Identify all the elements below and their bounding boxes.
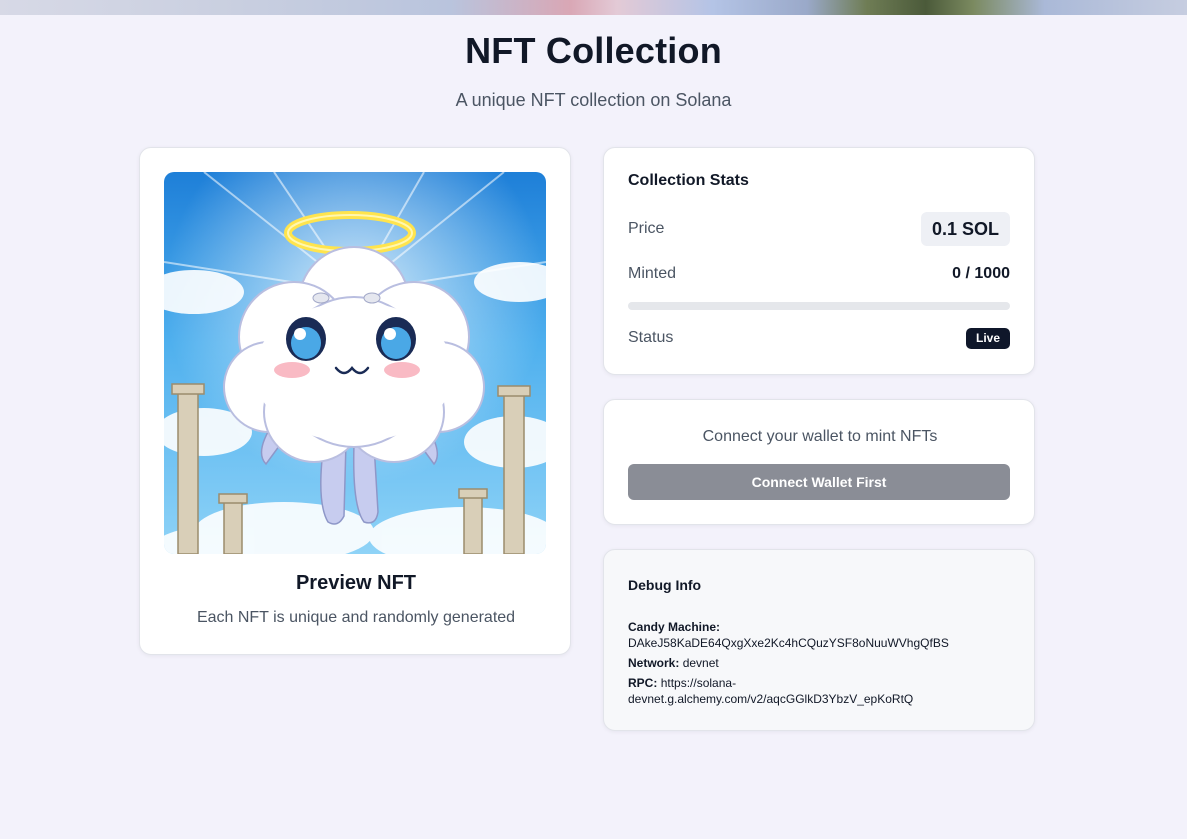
- wallet-card: Connect your wallet to mint NFTs Connect…: [603, 399, 1035, 525]
- debug-candy-machine: Candy Machine: DAkeJ58KaDE64QxgXxe2Kc4hC…: [628, 619, 998, 651]
- price-label: Price: [628, 220, 665, 237]
- rpc-label: RPC:: [628, 676, 658, 690]
- network-value: devnet: [682, 656, 719, 670]
- minted-label: Minted: [628, 265, 677, 282]
- connect-wallet-button[interactable]: Connect Wallet First: [628, 464, 1010, 500]
- debug-title: Debug Info: [628, 577, 702, 593]
- collection-stats-card: Collection Stats Price 0.1 SOL Minted 0 …: [603, 147, 1035, 375]
- page-subtitle: A unique NFT collection on Solana: [455, 90, 732, 110]
- minted-value: 0 / 1000: [952, 265, 1010, 282]
- mint-progress-bar: [628, 302, 1010, 310]
- rpc-value-line1: https://solana-: [660, 676, 737, 690]
- candy-machine-value: DAkeJ58KaDE64QxgXxe2Kc4hCQuzYSF8oNuuWVhg…: [628, 636, 949, 650]
- nft-preview-image: [164, 172, 546, 554]
- preview-description: Each NFT is unique and randomly generate…: [196, 609, 516, 626]
- top-banner: [0, 0, 1187, 15]
- wallet-message: Connect your wallet to mint NFTs: [702, 428, 938, 445]
- stats-title: Collection Stats: [628, 172, 749, 189]
- page-title: NFT Collection: [465, 30, 722, 71]
- rpc-value-line2: devnet.g.alchemy.com/v2/aqcGGlkD3YbzV_ep…: [628, 692, 914, 706]
- network-label: Network:: [628, 656, 680, 670]
- debug-info-card: Debug Info Candy Machine: DAkeJ58KaDE64Q…: [603, 549, 1035, 731]
- status-label: Status: [628, 329, 674, 346]
- preview-title: Preview NFT: [295, 572, 417, 594]
- candy-machine-label: Candy Machine:: [628, 620, 721, 634]
- debug-network: Network: devnet: [628, 655, 998, 671]
- status-badge: Live: [965, 328, 1010, 349]
- price-value: 0.1 SOL: [920, 212, 1010, 246]
- debug-rpc: RPC: https://solana- devnet.g.alchemy.co…: [628, 675, 998, 707]
- preview-card: Preview NFT Each NFT is unique and rando…: [139, 147, 571, 655]
